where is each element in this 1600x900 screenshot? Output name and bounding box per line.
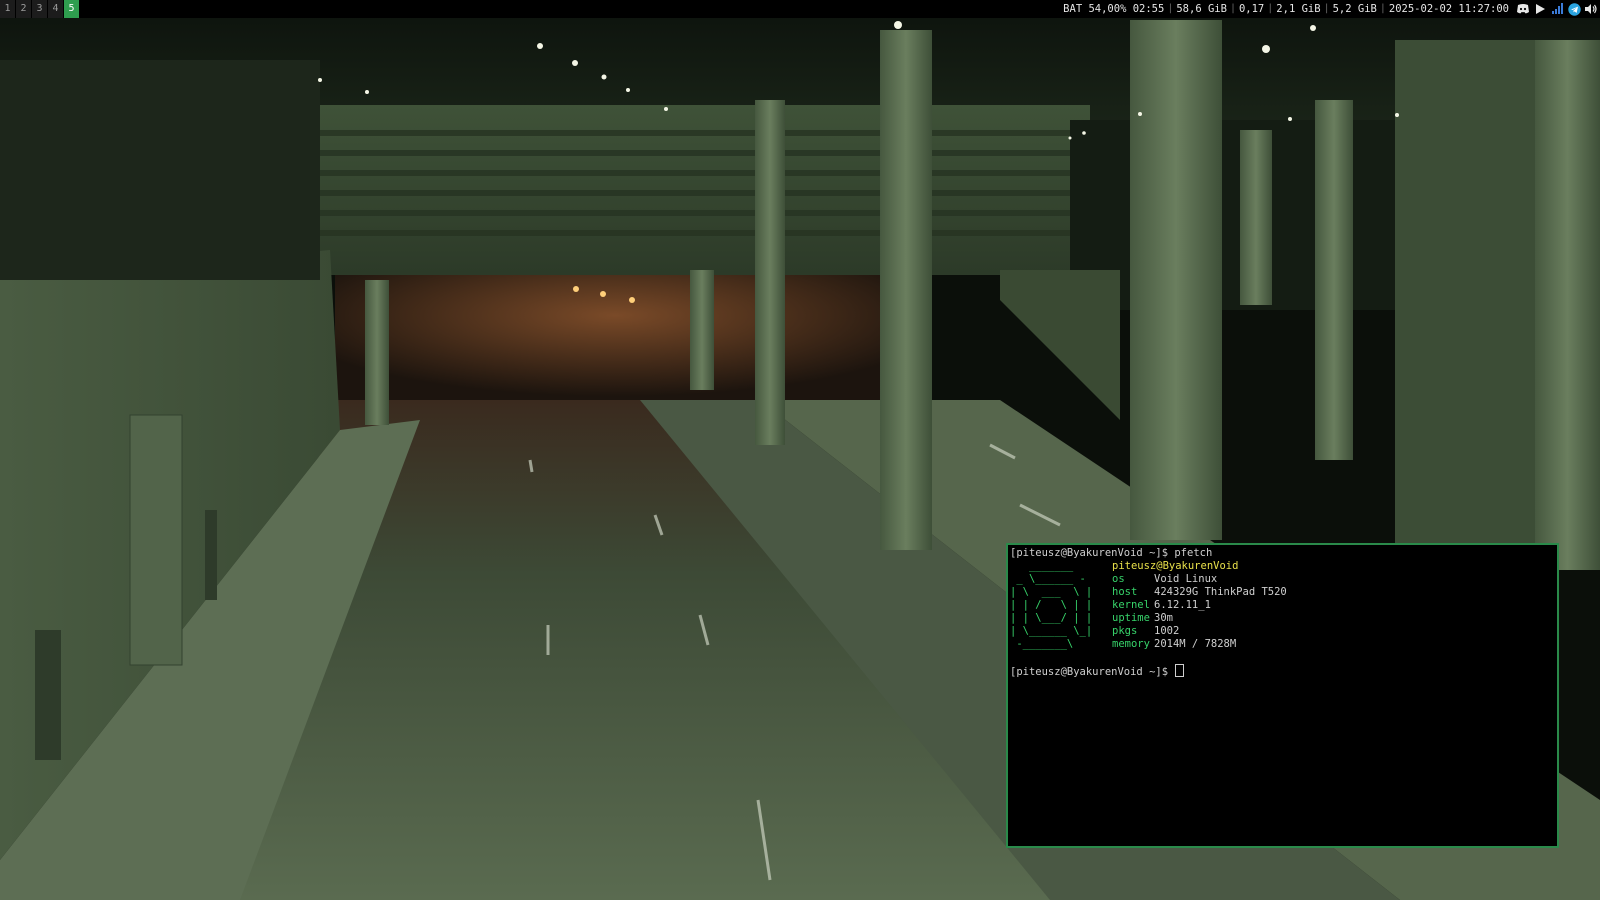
pfetch-key: pkgs: [1112, 625, 1138, 637]
pfetch-key: uptime: [1112, 612, 1150, 624]
pfetch-info: piteusz@ByakurenVoid os Void Linux host 424…: [1112, 560, 1555, 651]
terminal-command-line: [piteusz@ByakurenVoid ~]$ pfetch: [1010, 547, 1213, 559]
workspace-button-1[interactable]: 1: [0, 0, 16, 18]
load-status: 0,17: [1238, 3, 1265, 15]
void-linux-logo-ascii: _______ _ \______ - | \ ___ \ | | | / \ | …: [1010, 560, 1112, 651]
pfetch-value: Void Linux: [1154, 573, 1218, 585]
workspace-switcher: 12345: [0, 0, 80, 18]
disk-status: 58,6 GiB: [1176, 3, 1227, 15]
swap-status: 5,2 GiB: [1332, 3, 1377, 15]
terminal-prompt-line[interactable]: [piteusz@ByakurenVoid ~]$: [1010, 664, 1555, 678]
play-icon[interactable]: [1533, 2, 1547, 16]
ascii-logo-line: _______: [1010, 560, 1074, 572]
terminal-window[interactable]: [piteusz@ByakurenVoid ~]$ pfetch _______…: [1006, 543, 1559, 848]
pfetch-row-memory: memory 2014M / 7828M: [1112, 638, 1555, 651]
pfetch-value: 1002: [1154, 625, 1180, 637]
signal-icon[interactable]: [1550, 2, 1564, 16]
pfetch-row-kernel: kernel 6.12.11_1: [1112, 599, 1555, 612]
pfetch-row-host: host 424329G ThinkPad T520: [1112, 586, 1555, 599]
workspace-button-5[interactable]: 5: [64, 0, 80, 18]
volume-icon[interactable]: [1584, 2, 1598, 16]
workspace-button-3[interactable]: 3: [32, 0, 48, 18]
telegram-icon[interactable]: [1567, 2, 1581, 16]
clock: 2025-02-02 11:27:00: [1388, 3, 1509, 15]
ascii-logo-line: | \ ___ \ |: [1010, 586, 1093, 598]
ascii-logo-line: | \______ \_|: [1010, 625, 1093, 637]
terminal-prompt: [piteusz@ByakurenVoid ~]$: [1010, 666, 1175, 678]
ascii-logo-line: | | / \ | |: [1010, 599, 1093, 611]
pfetch-output: _______ _ \______ - | \ ___ \ | | | / \ | …: [1010, 560, 1555, 651]
ascii-logo-line: _ \______ -: [1010, 573, 1086, 585]
workspace-button-4[interactable]: 4: [48, 0, 64, 18]
system-tray: [1516, 2, 1598, 16]
memory-status: 2,1 GiB: [1276, 3, 1321, 15]
terminal-cursor: [1175, 664, 1185, 677]
pfetch-row-os: os Void Linux: [1112, 573, 1555, 586]
pfetch-row-pkgs: pkgs 1002: [1112, 625, 1555, 638]
pfetch-key: memory: [1112, 638, 1150, 650]
pfetch-row-uptime: uptime 30m: [1112, 612, 1555, 625]
top-bar: 12345 BAT 54,00% 02:55 | 58,6 GiB | 0,17…: [0, 0, 1600, 18]
pfetch-key: host: [1112, 586, 1138, 598]
ascii-logo-line: | | \___/ | |: [1010, 612, 1093, 624]
discord-icon[interactable]: [1516, 2, 1530, 16]
pfetch-value: 2014M / 7828M: [1154, 638, 1237, 650]
pfetch-value: 30m: [1154, 612, 1173, 624]
pfetch-user-host: piteusz@ByakurenVoid: [1112, 560, 1239, 572]
status-bar: BAT 54,00% 02:55 | 58,6 GiB | 0,17 | 2,1…: [1060, 0, 1600, 18]
pfetch-value: 424329G ThinkPad T520: [1154, 586, 1287, 598]
pfetch-key: os: [1112, 573, 1125, 585]
battery-status: BAT 54,00% 02:55: [1063, 3, 1165, 15]
pfetch-key: kernel: [1112, 599, 1150, 611]
workspace-button-2[interactable]: 2: [16, 0, 32, 18]
ascii-logo-line: -_______\: [1010, 638, 1074, 650]
pfetch-value: 6.12.11_1: [1154, 599, 1211, 611]
